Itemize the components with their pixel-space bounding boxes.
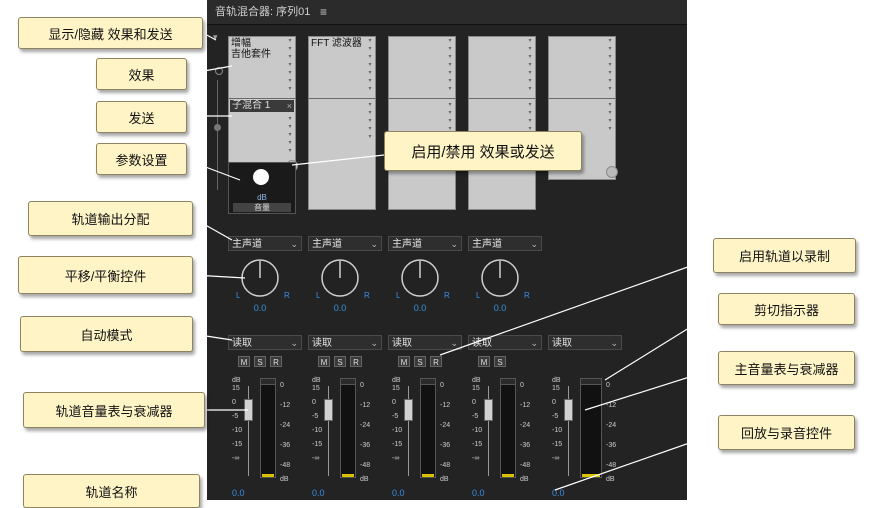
callout-sends: 发送 — [96, 101, 187, 133]
callout-enable-disable: 启用/禁用 效果或发送 — [384, 131, 582, 171]
callout-clip-indicator: 剪切指示器 — [718, 293, 855, 325]
callout-record-enable: 启用轨道以录制 — [713, 238, 856, 273]
callout-playback: 回放与录音控件 — [718, 415, 855, 450]
callout-params: 参数设置 — [96, 143, 187, 175]
callout-master-meter: 主音量表与衰减器 — [718, 351, 855, 385]
callout-effects: 效果 — [96, 58, 187, 90]
callout-pan: 平移/平衡控件 — [18, 256, 193, 294]
callout-track-name: 轨道名称 — [23, 474, 200, 508]
callout-output-assign: 轨道输出分配 — [28, 201, 193, 236]
callout-show-hide: 显示/隐藏 效果和发送 — [18, 17, 203, 49]
callout-track-meter: 轨道音量表与衰减器 — [23, 392, 205, 428]
callout-automation: 自动模式 — [20, 316, 193, 352]
